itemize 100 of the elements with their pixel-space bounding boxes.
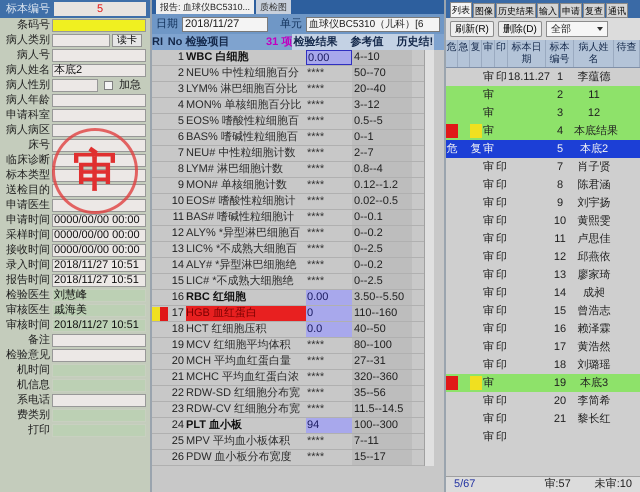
text-field[interactable] <box>52 334 146 347</box>
test-item: MON# 单核细胞计数 <box>186 178 288 193</box>
reference-cell: 40--50 <box>352 322 412 337</box>
checkbox[interactable] <box>104 81 113 90</box>
tab[interactable]: 图像 <box>473 3 495 18</box>
result-cell[interactable]: **** <box>306 402 352 417</box>
text-field[interactable] <box>52 34 110 47</box>
result-cell[interactable]: 0.00 <box>306 50 352 65</box>
reference-cell: 0--2.5 <box>352 274 412 289</box>
list-cell-text: 本底2 <box>578 142 610 157</box>
list-cell-text: 14 <box>552 286 568 301</box>
list-cell-text: 曾浩志 <box>576 304 612 319</box>
tab[interactable]: 复查 <box>583 3 605 18</box>
tab[interactable]: 输入 <box>537 3 559 18</box>
text-field[interactable] <box>52 19 146 32</box>
result-cell[interactable]: **** <box>306 210 352 225</box>
result-cell[interactable]: 94 <box>306 418 352 433</box>
result-cell[interactable]: **** <box>306 66 352 81</box>
result-cell[interactable]: 0.00 <box>306 290 352 305</box>
unit-dropdown[interactable]: 血球仪BC5310（儿科）[6 <box>306 16 440 32</box>
result-cell[interactable]: **** <box>306 274 352 289</box>
list-row[interactable]: 审 3 12 <box>446 104 640 122</box>
list-row[interactable]: 审 19 本底3 <box>446 374 640 392</box>
text-field[interactable]: 0000/00/00 00:00 <box>52 229 146 242</box>
row-number: 14 <box>170 258 185 274</box>
toolbar-button[interactable]: 刷新(R) <box>450 21 494 37</box>
test-item: HCT 红细胞压积 <box>186 322 268 337</box>
list-row[interactable]: 审 2 11 <box>446 86 640 104</box>
list-cell-text: 审 <box>482 232 495 247</box>
text-field[interactable]: 2018/11/27 10:51 <box>52 274 146 287</box>
approval-stamp: 审 <box>52 128 138 214</box>
field-label: 标本类型 <box>5 169 50 182</box>
result-cell[interactable]: **** <box>306 354 352 369</box>
tab[interactable]: 历史结果 <box>496 3 536 18</box>
list-cell-text: 5 <box>556 142 564 157</box>
tab[interactable]: 通讯 <box>606 3 628 18</box>
text-field[interactable] <box>52 94 146 107</box>
result-cell[interactable]: **** <box>306 82 352 97</box>
text-field[interactable] <box>52 394 146 407</box>
toolbar-button[interactable]: 删除(D) <box>498 21 542 37</box>
result-cell[interactable]: **** <box>306 194 352 209</box>
column-header: 复 <box>470 40 482 67</box>
tab[interactable]: 报告: 血球仪BC5310... <box>156 0 254 14</box>
text-field[interactable]: 0000/00/00 00:00 <box>52 214 146 227</box>
result-cell[interactable]: **** <box>306 146 352 161</box>
result-cell[interactable]: **** <box>306 178 352 193</box>
result-cell[interactable]: **** <box>306 130 352 145</box>
text-field[interactable]: 本底2 <box>52 64 146 77</box>
result-cell[interactable]: **** <box>306 242 352 257</box>
result-cell[interactable]: **** <box>306 114 352 129</box>
result-cell[interactable]: **** <box>306 338 352 353</box>
date-dropdown[interactable]: 2018/11/27 <box>182 16 268 32</box>
reference-cell: 110--160 <box>352 306 412 321</box>
field-label: 报告时间 <box>5 274 50 287</box>
scrollbar[interactable] <box>424 50 434 466</box>
result-cell[interactable]: **** <box>306 258 352 273</box>
result-cell[interactable]: **** <box>306 98 352 113</box>
text-field[interactable] <box>52 79 98 92</box>
result-cell[interactable]: **** <box>306 162 352 177</box>
test-item: LIC# *不成熟大细胞绝 <box>186 274 295 289</box>
text-field[interactable] <box>52 109 146 122</box>
result-cell[interactable]: **** <box>306 370 352 385</box>
text-field[interactable]: 2018/11/27 10:51 <box>52 319 146 332</box>
tab[interactable]: 列表 <box>450 2 472 18</box>
row-number: 10 <box>170 194 185 210</box>
list-cell-text: 印 <box>495 232 508 247</box>
list-row[interactable]: 审 4 本底结果 <box>446 122 640 140</box>
text-field[interactable] <box>52 349 146 362</box>
row-number: 1 <box>176 50 185 66</box>
field-label: 病人号 <box>16 49 50 62</box>
text-field[interactable]: 2018/11/27 10:51 <box>52 259 146 272</box>
tab[interactable]: 质检图 <box>256 0 292 14</box>
result-cell[interactable]: 0 <box>306 306 352 321</box>
text-field[interactable]: 戚海美 <box>52 304 146 317</box>
list-cell-text: 9 <box>556 196 564 211</box>
result-cell[interactable]: **** <box>306 226 352 241</box>
sample-number-field[interactable]: 5 <box>54 2 146 16</box>
result-cell[interactable]: **** <box>306 386 352 401</box>
reference-cell: 4--10 <box>352 50 412 65</box>
test-item: MCV 红细胞平均体积 <box>186 338 292 353</box>
row-number: 15 <box>170 274 185 290</box>
list-row[interactable]: 危 复审 5 本底2 <box>446 140 640 158</box>
field-label: 机信息 <box>16 379 50 392</box>
result-cell[interactable]: **** <box>306 450 352 465</box>
field-label: 打印 <box>27 424 50 437</box>
read-card-button[interactable]: 读卡 <box>112 34 142 47</box>
tab[interactable]: 申请 <box>560 3 582 18</box>
list-cell-text: 审 <box>482 412 495 427</box>
result-cell[interactable]: 0.0 <box>306 322 352 337</box>
status-text: 审:57 <box>544 476 571 492</box>
text-field[interactable]: 刘慧峰 <box>52 289 146 302</box>
text-field[interactable] <box>52 49 146 62</box>
text-field[interactable] <box>52 124 146 137</box>
result-cell[interactable]: **** <box>306 434 352 449</box>
filter-dropdown[interactable]: 全部 <box>546 21 608 37</box>
list-cell-text: 17 <box>552 340 568 355</box>
field-label: 病人姓名 <box>5 64 50 77</box>
field-label: 检验意见 <box>5 349 50 362</box>
text-field[interactable]: 0000/00/00 00:00 <box>52 244 146 257</box>
unit-label: 单元 <box>280 16 302 32</box>
